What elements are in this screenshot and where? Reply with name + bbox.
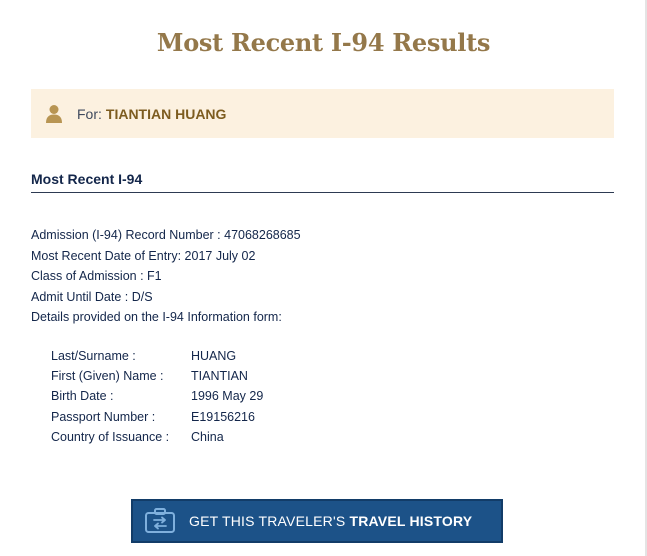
page-title: Most Recent I-94 Results bbox=[156, 28, 491, 57]
detail-value: E19156216 bbox=[191, 409, 255, 424]
traveler-banner: For: TIANTIAN HUANG bbox=[31, 89, 614, 138]
detail-value: TIANTIAN bbox=[191, 369, 248, 384]
traveler-name: TIANTIAN HUANG bbox=[105, 105, 227, 122]
detail-label: Passport Number : bbox=[51, 409, 156, 424]
detail-row-given-name: First (Given) Name : TIANTIAN bbox=[51, 366, 263, 386]
section-divider bbox=[31, 192, 614, 193]
detail-label: Birth Date : bbox=[51, 389, 114, 404]
travel-history-button-label: GET THIS TRAVELER'S TRAVEL HISTORY bbox=[189, 513, 472, 529]
person-icon bbox=[43, 103, 65, 125]
admit-until-line: Admit Until Date : D/S bbox=[31, 289, 153, 304]
detail-label: Last/Surname : bbox=[51, 349, 136, 363]
detail-value: China bbox=[191, 429, 224, 444]
detail-label: Country of Issuance : bbox=[51, 429, 170, 444]
traveler-details: Last/Surname : HUANG First (Given) Name … bbox=[51, 346, 263, 447]
class-of-admission-line: Class of Admission : F1 bbox=[31, 269, 162, 284]
detail-value: HUANG bbox=[191, 349, 237, 363]
for-label: For: bbox=[77, 105, 102, 122]
detail-value: 1996 May 29 bbox=[191, 389, 264, 404]
suitcase-icon bbox=[143, 507, 177, 535]
cta-label-normal: GET THIS TRAVELER'S bbox=[189, 513, 350, 529]
detail-label: First (Given) Name : bbox=[51, 369, 164, 384]
travel-history-button[interactable]: GET THIS TRAVELER'S TRAVEL HISTORY bbox=[131, 499, 503, 543]
details-intro-line: Details provided on the I-94 Information… bbox=[31, 310, 282, 325]
section-title: Most Recent I-94 bbox=[31, 171, 143, 187]
detail-row-passport-number: Passport Number : E19156216 bbox=[51, 407, 263, 427]
detail-row-birth-date: Birth Date : 1996 May 29 bbox=[51, 386, 263, 406]
cta-label-bold: TRAVEL HISTORY bbox=[349, 513, 473, 529]
record-summary: Admission (I-94) Record Number : 4706826… bbox=[31, 225, 301, 328]
detail-row-country: Country of Issuance : China bbox=[51, 427, 263, 447]
record-number-line: Admission (I-94) Record Number : 4706826… bbox=[31, 228, 301, 242]
detail-row-surname: Last/Surname : HUANG bbox=[51, 346, 263, 366]
entry-date-line: Most Recent Date of Entry: 2017 July 02 bbox=[31, 248, 256, 263]
